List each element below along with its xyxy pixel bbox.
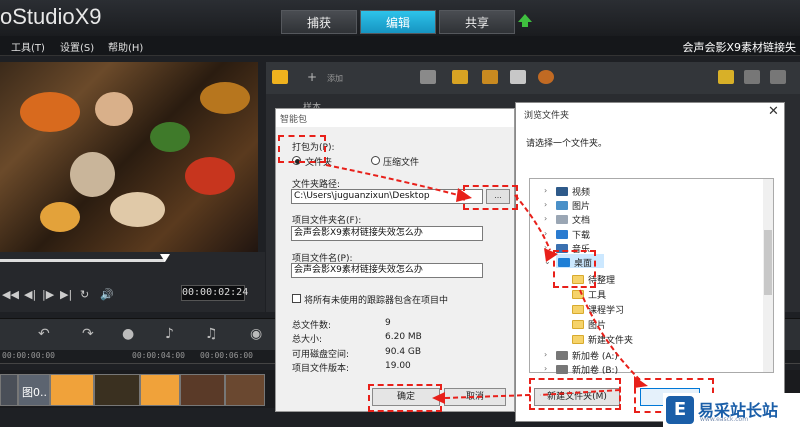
next-frame-icon[interactable]: |▶	[42, 288, 54, 301]
photo-filter-icon[interactable]	[482, 70, 498, 84]
scrubber-handle[interactable]	[160, 254, 170, 262]
close-icon[interactable]: ✕	[768, 104, 779, 119]
add-label[interactable]: 添加	[327, 73, 343, 84]
food-shape	[20, 92, 80, 132]
list-view-icon[interactable]	[718, 70, 734, 84]
media-library-icon[interactable]	[272, 70, 288, 84]
arrow-path	[444, 394, 531, 399]
prev-frame-icon[interactable]: ◀|	[24, 288, 36, 301]
food-shape	[110, 192, 165, 227]
timeline-clip[interactable]	[0, 374, 18, 406]
watermark-logo: E	[666, 396, 694, 424]
arrow-path	[325, 164, 459, 196]
undo-icon[interactable]: ↶	[38, 326, 50, 342]
transition-clip[interactable]	[140, 374, 180, 406]
food-shape	[40, 202, 80, 232]
arrow-path	[539, 389, 621, 396]
clip-label: 图0..	[22, 386, 47, 399]
add-icon[interactable]: +	[307, 70, 317, 84]
food-shape	[185, 157, 235, 195]
menu-tools[interactable]: 工具(T)	[11, 39, 45, 54]
tab-capture[interactable]: 捕获	[281, 10, 357, 34]
redo-icon[interactable]: ↷	[82, 326, 94, 342]
browse-dialog-title: 浏览文件夹	[524, 111, 570, 121]
ruler-tick: 00:00:06:00	[200, 351, 253, 360]
project-title: 会声会影X9素材链接失	[682, 41, 796, 54]
app-title: oStudioX9	[0, 4, 102, 29]
arrowhead	[432, 392, 445, 404]
end-icon[interactable]: ▶|	[60, 288, 72, 301]
food-shape	[200, 82, 250, 114]
effect-filter-icon[interactable]	[538, 70, 554, 84]
sort-icon[interactable]	[770, 70, 786, 84]
dialog-title: 智能包	[280, 115, 308, 125]
food-shape	[70, 152, 115, 197]
arrow-path	[514, 194, 551, 251]
tab-share[interactable]: 共享	[439, 10, 515, 34]
dialog-titlebar	[276, 109, 514, 127]
watermark-url: www.easck.com	[700, 416, 749, 423]
motion-track-icon[interactable]: ◉	[250, 326, 262, 342]
timeline-clip[interactable]	[180, 374, 225, 406]
transition-clip[interactable]	[50, 374, 94, 406]
ruler-tick: 00:00:04:00	[132, 351, 185, 360]
arrow-path	[579, 289, 641, 381]
arrowhead	[544, 248, 558, 262]
timeline-clip[interactable]	[225, 374, 265, 406]
repeat-icon[interactable]: ↻	[80, 288, 89, 301]
video-filter-icon[interactable]	[452, 70, 468, 84]
ruler-tick: 00:00:00:00	[2, 351, 55, 360]
tab-edit[interactable]: 编辑	[360, 10, 436, 34]
thumb-view-icon[interactable]	[744, 70, 760, 84]
preview-scrubber[interactable]	[0, 259, 165, 262]
folder-icon[interactable]	[420, 70, 436, 84]
volume-icon[interactable]: 🔊	[100, 288, 114, 301]
timeline-clip[interactable]	[94, 374, 140, 406]
video-preview	[0, 62, 258, 252]
menu-settings[interactable]: 设置(S)	[60, 39, 94, 54]
annotation-arrows	[325, 164, 648, 404]
record-icon[interactable]: ●	[122, 326, 134, 342]
auto-music-icon[interactable]: ♫	[205, 326, 218, 342]
audio-filter-icon[interactable]	[510, 70, 526, 84]
upload-icon-stem	[522, 21, 528, 27]
food-shape	[150, 122, 190, 152]
timecode-display[interactable]: 00:00:02:24	[181, 285, 248, 301]
food-shape	[95, 92, 133, 126]
arrowhead	[456, 188, 472, 202]
arrowhead	[634, 376, 648, 388]
audio-mixer-icon[interactable]: ♪	[165, 326, 174, 342]
menu-help[interactable]: 帮助(H)	[108, 39, 143, 54]
rewind-icon[interactable]: ◀◀	[2, 288, 19, 301]
